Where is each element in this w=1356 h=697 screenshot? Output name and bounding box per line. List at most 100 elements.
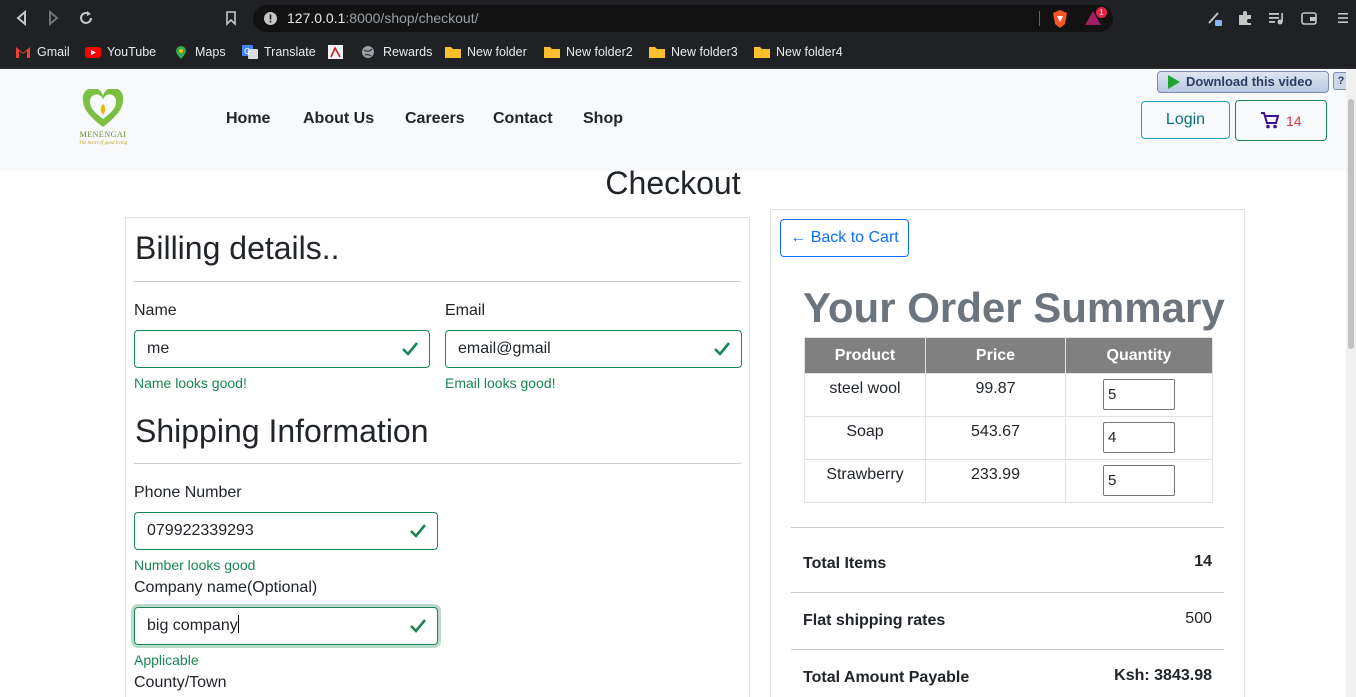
bookmark-new-folder[interactable]: New folder: [445, 42, 527, 62]
company-input[interactable]: big company: [134, 607, 438, 645]
company-input-value: big company: [147, 617, 238, 634]
bookmark-label: YouTube: [107, 45, 157, 59]
order-summary-card: ← Back to Cart Your Order Summary Produc…: [770, 209, 1245, 697]
divider: [791, 649, 1224, 650]
nav-about-us[interactable]: About Us: [303, 110, 374, 128]
bookmark-app[interactable]: [328, 42, 350, 62]
cart-icon: [1261, 112, 1279, 129]
bookmark-new-folder4[interactable]: New folder4: [754, 42, 843, 62]
download-video-button[interactable]: Download this video: [1157, 71, 1329, 93]
phone-input[interactable]: 079922339293: [134, 512, 438, 550]
bookmark-rewards[interactable]: Rewards: [361, 42, 432, 62]
back-arrow-icon[interactable]: [13, 9, 31, 27]
cart-button[interactable]: 14: [1235, 100, 1327, 141]
product-cell: Soap: [804, 416, 926, 460]
divider: [791, 592, 1224, 593]
youtube-icon: [85, 47, 101, 58]
company-label: Company name(Optional): [134, 579, 318, 596]
nav-home[interactable]: Home: [226, 110, 270, 128]
billing-card: Billing details.. Name me Name looks goo…: [125, 217, 750, 697]
wallet-icon[interactable]: [1300, 9, 1318, 27]
order-summary-heading: Your Order Summary: [803, 284, 1225, 331]
menu-icon[interactable]: [1334, 9, 1352, 27]
table-row: Strawberry 233.99 5: [804, 459, 1213, 503]
table-header-row: Product Price Quantity: [804, 337, 1213, 374]
extensions-puzzle-icon[interactable]: [1236, 9, 1254, 27]
total-amount-value: Ksh: 3843.98: [1114, 667, 1212, 684]
column-header: Price: [925, 337, 1066, 374]
globe-icon: [362, 46, 374, 58]
company-feedback: Applicable: [134, 652, 199, 668]
quantity-input[interactable]: 5: [1103, 465, 1175, 496]
svg-text:G: G: [244, 47, 250, 56]
price-cell: 543.67: [925, 416, 1066, 460]
bookmark-icon[interactable]: [222, 9, 240, 27]
bookmark-new-folder3[interactable]: New folder3: [649, 42, 738, 62]
gmail-icon: [16, 47, 30, 58]
maps-pin-icon: [176, 46, 186, 59]
shipping-rate-value: 500: [1185, 610, 1212, 627]
login-button[interactable]: Login: [1141, 101, 1230, 139]
bookmark-label: New folder3: [671, 45, 738, 59]
logo-tagline: The heart of good living: [78, 141, 128, 146]
bookmark-label: Gmail: [37, 45, 70, 59]
divider: [134, 281, 741, 282]
bookmark-youtube[interactable]: YouTube: [85, 42, 156, 62]
column-header: Product: [804, 337, 926, 374]
price-cell: 99.87: [925, 373, 1066, 417]
folder-icon: [544, 47, 560, 58]
site-navbar: MENENGAI The heart of good living Home A…: [0, 69, 1346, 171]
table-row: Soap 543.67 4: [804, 416, 1213, 460]
shipping-rate-label: Flat shipping rates: [803, 612, 946, 629]
bookmark-label: Rewards: [383, 45, 433, 59]
page-scrollbar[interactable]: [1346, 69, 1356, 697]
vpn-icon[interactable]: [1206, 9, 1224, 27]
scrollbar-thumb[interactable]: [1348, 99, 1354, 349]
divider: [791, 527, 1224, 528]
bookmark-gmail[interactable]: Gmail: [15, 42, 70, 62]
column-header: Quantity: [1065, 337, 1213, 374]
name-feedback: Name looks good!: [134, 375, 247, 391]
quantity-input[interactable]: 4: [1103, 422, 1175, 453]
nav-careers[interactable]: Careers: [405, 110, 465, 128]
name-input[interactable]: me: [134, 330, 430, 368]
name-input-value: me: [147, 340, 170, 357]
nav-contact[interactable]: Contact: [493, 110, 553, 128]
menengai-logo[interactable]: MENENGAI The heart of good living: [70, 89, 136, 151]
quantity-cell: 5: [1065, 459, 1213, 503]
bookmark-translate[interactable]: G Translate: [242, 42, 316, 62]
bookmark-maps[interactable]: Maps: [173, 42, 226, 62]
forward-arrow-icon[interactable]: [44, 9, 62, 27]
email-feedback: Email looks good!: [445, 375, 556, 391]
folder-icon: [445, 47, 461, 58]
nav-shop[interactable]: Shop: [583, 110, 623, 128]
url-path: :8000/shop/checkout/: [345, 10, 479, 26]
email-input-value: email@gmail: [458, 340, 551, 357]
bookmark-label: Maps: [195, 45, 226, 59]
url-host: 127.0.0.1: [287, 10, 346, 26]
text-caret: [237, 615, 239, 633]
translate-icon: G: [242, 45, 258, 59]
order-table: Product Price Quantity steel wool 99.87 …: [804, 337, 1213, 503]
back-to-cart-button[interactable]: ← Back to Cart: [780, 219, 909, 257]
address-bar[interactable]: 127.0.0.1:8000/shop/checkout/ 1: [253, 5, 1113, 32]
play-icon: [1168, 75, 1180, 89]
name-label: Name: [134, 302, 177, 319]
folder-icon: [754, 47, 770, 58]
email-input[interactable]: email@gmail: [445, 330, 742, 368]
email-label: Email: [445, 302, 486, 319]
playlist-icon[interactable]: [1267, 9, 1285, 27]
page-title: Checkout: [605, 165, 741, 201]
brave-shield-icon[interactable]: [1051, 9, 1069, 29]
bookmark-label: Translate: [264, 45, 316, 59]
reload-icon[interactable]: [77, 9, 95, 27]
table-row: steel wool 99.87 5: [804, 373, 1213, 417]
site-info-icon[interactable]: [263, 11, 278, 26]
bookmark-new-folder2[interactable]: New folder2: [544, 42, 633, 62]
cart-count: 14: [1286, 113, 1302, 129]
total-items-label: Total Items: [803, 555, 887, 572]
logo-name: MENENGAI: [79, 130, 127, 139]
quantity-input[interactable]: 5: [1103, 379, 1175, 410]
download-video-label: Download this video: [1186, 74, 1313, 89]
browser-toolbar: 127.0.0.1:8000/shop/checkout/ 1: [0, 0, 1356, 36]
